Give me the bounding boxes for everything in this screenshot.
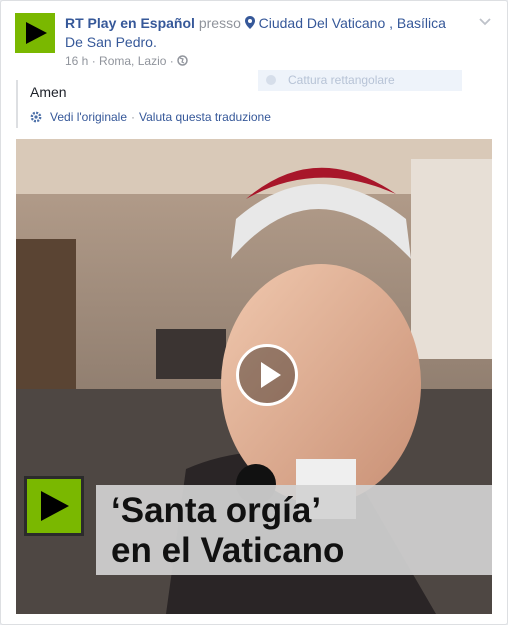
video-headline-line-2: en el Vaticano bbox=[111, 531, 345, 570]
location-pin-icon bbox=[244, 16, 255, 29]
meta-separator: · bbox=[91, 54, 96, 68]
capture-tool-icon bbox=[266, 75, 276, 85]
presso-label: presso bbox=[198, 15, 241, 31]
see-original-link[interactable]: Vedi l'originale bbox=[50, 110, 127, 124]
video-player[interactable]: ‘Santa orgía’ en el Vaticano bbox=[16, 139, 492, 614]
post-options-chevron-icon[interactable] bbox=[479, 13, 491, 31]
gear-icon[interactable] bbox=[30, 111, 42, 123]
video-banner-logo-icon bbox=[24, 476, 84, 536]
translation-bar: Vedi l'originale · Valuta questa traduzi… bbox=[30, 110, 271, 124]
play-button[interactable] bbox=[236, 344, 298, 406]
post-meta: 16 h · Roma, Lazio · bbox=[65, 54, 188, 68]
post-header: RT Play en Español presso Ciudad Del Vat… bbox=[65, 14, 465, 52]
place-link[interactable]: Roma, Lazio bbox=[99, 54, 166, 68]
video-headline: ‘Santa orgía’ en el Vaticano bbox=[111, 491, 344, 571]
page-name-link[interactable]: RT Play en Español bbox=[65, 15, 195, 31]
post-text: Amen bbox=[30, 84, 67, 100]
meta-separator-2: · bbox=[169, 54, 174, 68]
page-avatar[interactable] bbox=[15, 13, 55, 53]
capture-tool-tooltip: Cattura rettangolare bbox=[258, 70, 462, 91]
capture-tool-label: Cattura rettangolare bbox=[288, 73, 395, 87]
globe-icon[interactable] bbox=[177, 55, 188, 66]
translation-separator: · bbox=[131, 110, 136, 124]
video-headline-line-1: ‘Santa orgía’ bbox=[111, 491, 322, 530]
rate-translation-link[interactable]: Valuta questa traduzione bbox=[139, 110, 271, 124]
timestamp-link[interactable]: 16 h bbox=[65, 54, 88, 68]
translation-quote-bar bbox=[16, 80, 18, 128]
rt-logo-icon bbox=[15, 13, 55, 53]
post-card: RT Play en Español presso Ciudad Del Vat… bbox=[0, 0, 508, 625]
